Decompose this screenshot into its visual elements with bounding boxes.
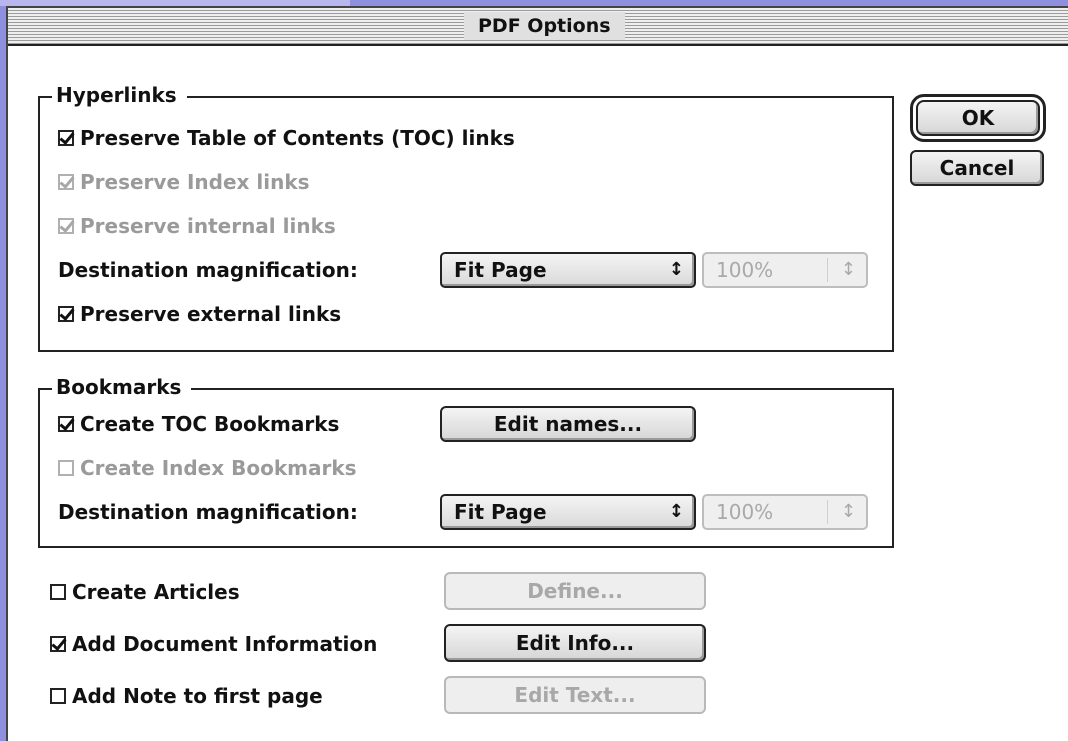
- bookmarks-dest-mag-label: Destination magnification:: [58, 500, 358, 524]
- up-down-arrows-icon: ↕: [668, 501, 684, 522]
- create-toc-bookmarks-checkbox[interactable]: Create TOC Bookmarks: [58, 412, 339, 436]
- add-document-information-checkbox[interactable]: Add Document Information: [50, 632, 377, 656]
- preserve-index-links-checkbox[interactable]: Preserve Index links: [58, 170, 310, 194]
- preserve-toc-links-label: Preserve Table of Contents (TOC) links: [80, 126, 515, 150]
- checkbox-checked-icon: [58, 306, 74, 322]
- hyperlinks-dest-mag-label: Destination magnification:: [58, 258, 358, 282]
- preserve-external-links-label: Preserve external links: [80, 302, 342, 326]
- checkbox-unchecked-icon: [50, 688, 66, 704]
- pdf-options-dialog: PDF Options Hyperlinks Preserve Table of…: [6, 6, 1068, 741]
- define-button[interactable]: Define...: [444, 572, 706, 610]
- title-bar[interactable]: PDF Options: [8, 8, 1068, 46]
- checkbox-checked-icon: [58, 130, 74, 146]
- hyperlinks-dest-mag-value: Fit Page: [454, 258, 547, 282]
- checkbox-checked-icon: [58, 174, 74, 190]
- preserve-external-links-checkbox[interactable]: Preserve external links: [58, 302, 341, 326]
- create-toc-bookmarks-label: Create TOC Bookmarks: [80, 412, 340, 436]
- preserve-internal-links-label: Preserve internal links: [80, 214, 336, 238]
- hyperlinks-dest-mag-select[interactable]: Fit Page ↕: [440, 252, 696, 288]
- edit-text-button[interactable]: Edit Text...: [444, 676, 706, 714]
- create-articles-label: Create Articles: [72, 580, 240, 604]
- up-down-arrows-icon: ↕: [840, 259, 856, 280]
- checkbox-checked-icon: [58, 416, 74, 432]
- up-down-arrows-icon: ↕: [668, 259, 684, 280]
- bookmarks-legend: Bookmarks: [52, 374, 192, 400]
- popup-divider: [827, 500, 828, 524]
- bookmarks-dest-mag-select[interactable]: Fit Page ↕: [440, 494, 696, 530]
- popup-divider: [827, 258, 828, 282]
- dialog-title: PDF Options: [464, 12, 625, 40]
- preserve-index-links-label: Preserve Index links: [80, 170, 310, 194]
- cancel-button[interactable]: Cancel: [910, 150, 1044, 186]
- bookmarks-percent-value: 100%: [716, 500, 774, 524]
- bookmarks-percent-select[interactable]: 100% ↕: [702, 494, 868, 530]
- bookmarks-dest-mag-value: Fit Page: [454, 500, 547, 524]
- create-articles-checkbox[interactable]: Create Articles: [50, 580, 240, 604]
- add-note-checkbox[interactable]: Add Note to first page: [50, 684, 323, 708]
- preserve-internal-links-checkbox[interactable]: Preserve internal links: [58, 214, 336, 238]
- hyperlinks-percent-select[interactable]: 100% ↕: [702, 252, 868, 288]
- checkbox-unchecked-icon: [50, 584, 66, 600]
- up-down-arrows-icon: ↕: [840, 501, 856, 522]
- hyperlinks-percent-value: 100%: [716, 258, 774, 282]
- checkbox-checked-icon: [50, 636, 66, 652]
- add-document-information-label: Add Document Information: [72, 632, 378, 656]
- hyperlinks-legend: Hyperlinks: [52, 82, 187, 108]
- ok-button[interactable]: OK: [910, 94, 1046, 142]
- preserve-toc-links-checkbox[interactable]: Preserve Table of Contents (TOC) links: [58, 126, 515, 150]
- create-index-bookmarks-label: Create Index Bookmarks: [80, 456, 357, 480]
- checkbox-unchecked-icon: [58, 460, 74, 476]
- checkbox-checked-icon: [58, 218, 74, 234]
- add-note-label: Add Note to first page: [72, 684, 323, 708]
- create-index-bookmarks-checkbox[interactable]: Create Index Bookmarks: [58, 456, 357, 480]
- edit-names-button[interactable]: Edit names...: [440, 406, 696, 442]
- edit-info-button[interactable]: Edit Info...: [444, 624, 706, 662]
